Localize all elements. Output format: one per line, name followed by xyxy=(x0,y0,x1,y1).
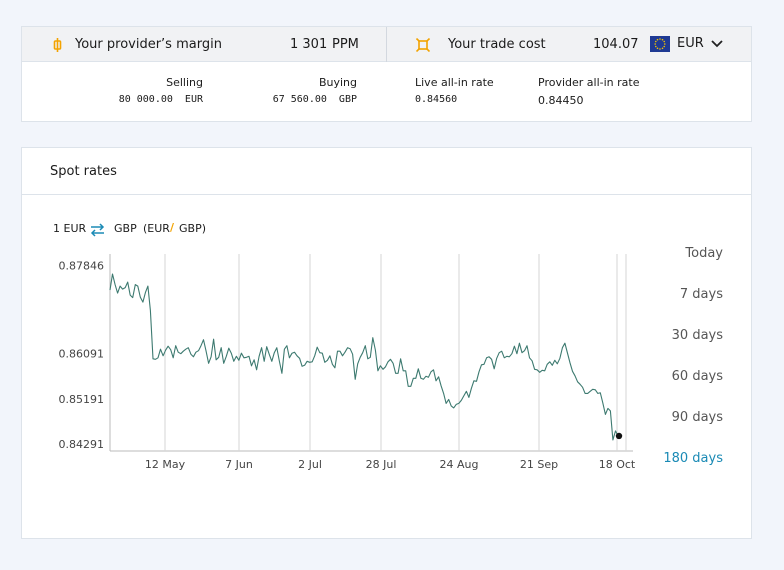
trade-cost-icon xyxy=(416,38,430,52)
candlestick-icon xyxy=(53,38,62,52)
y-tick-label: 0.84291 xyxy=(59,438,105,451)
buying-label: Buying xyxy=(318,76,357,89)
x-tick-label: 21 Sep xyxy=(520,458,558,471)
spot-rate-chart: 0.87846 0.86091 0.85191 0.84291 12 May 7 Jun 2… xyxy=(59,254,636,471)
selling-value: 80 000.00 EUR xyxy=(118,94,203,105)
y-tick-label: 0.86091 xyxy=(59,348,105,361)
provider-rate-value: 0.84450 xyxy=(538,94,584,107)
range-option-7-days[interactable]: 7 days xyxy=(680,287,723,303)
x-tick-label: 28 Jul xyxy=(366,458,397,471)
summary-divider xyxy=(386,27,387,62)
live-rate-value: 0.84560 xyxy=(415,94,458,105)
provider-rate-label: Provider all-in rate xyxy=(538,76,640,89)
margin-label: Your provider’s margin xyxy=(75,37,222,52)
summary-bar: Your provider’s margin 1 301 PPM Your tr… xyxy=(22,27,751,62)
trade-cost-label: Your trade cost xyxy=(448,37,546,52)
margin-value: 1 301 xyxy=(290,37,328,52)
margin-unit: PPM xyxy=(332,37,359,52)
trade-cost-value: 104.07 xyxy=(593,37,639,52)
range-option-60-days[interactable]: 60 days xyxy=(672,369,723,385)
x-tick-label: 24 Aug xyxy=(440,458,479,471)
spot-rates-card: Spot rates 1 EUR GBP (EUR / GBP) 0.87846… xyxy=(21,147,752,539)
x-tick-label: 12 May xyxy=(145,458,186,471)
x-tick-label: 18 Oct xyxy=(599,458,636,471)
currency-select-value: EUR xyxy=(677,36,704,51)
x-tick-label: 7 Jun xyxy=(225,458,253,471)
buying-value: 67 560.00 GBP xyxy=(272,94,357,105)
series-line xyxy=(109,273,619,441)
selling-label: Selling xyxy=(166,76,203,89)
eu-flag-icon xyxy=(650,36,670,52)
current-rate-marker xyxy=(615,432,623,440)
y-tick-label: 0.85191 xyxy=(59,393,105,406)
y-tick-label: 0.87846 xyxy=(59,260,105,273)
range-option-today[interactable]: Today xyxy=(685,246,723,262)
trade-summary-card: Your provider’s margin 1 301 PPM Your tr… xyxy=(21,26,752,122)
range-option-30-days[interactable]: 30 days xyxy=(672,328,723,344)
live-rate-label: Live all-in rate xyxy=(415,76,494,89)
x-tick-label: 2 Jul xyxy=(298,458,322,471)
currency-select[interactable]: EUR xyxy=(650,35,726,55)
chevron-down-icon xyxy=(711,40,723,48)
range-option-90-days[interactable]: 90 days xyxy=(672,410,723,426)
range-option-180-days[interactable]: 180 days xyxy=(663,451,723,467)
